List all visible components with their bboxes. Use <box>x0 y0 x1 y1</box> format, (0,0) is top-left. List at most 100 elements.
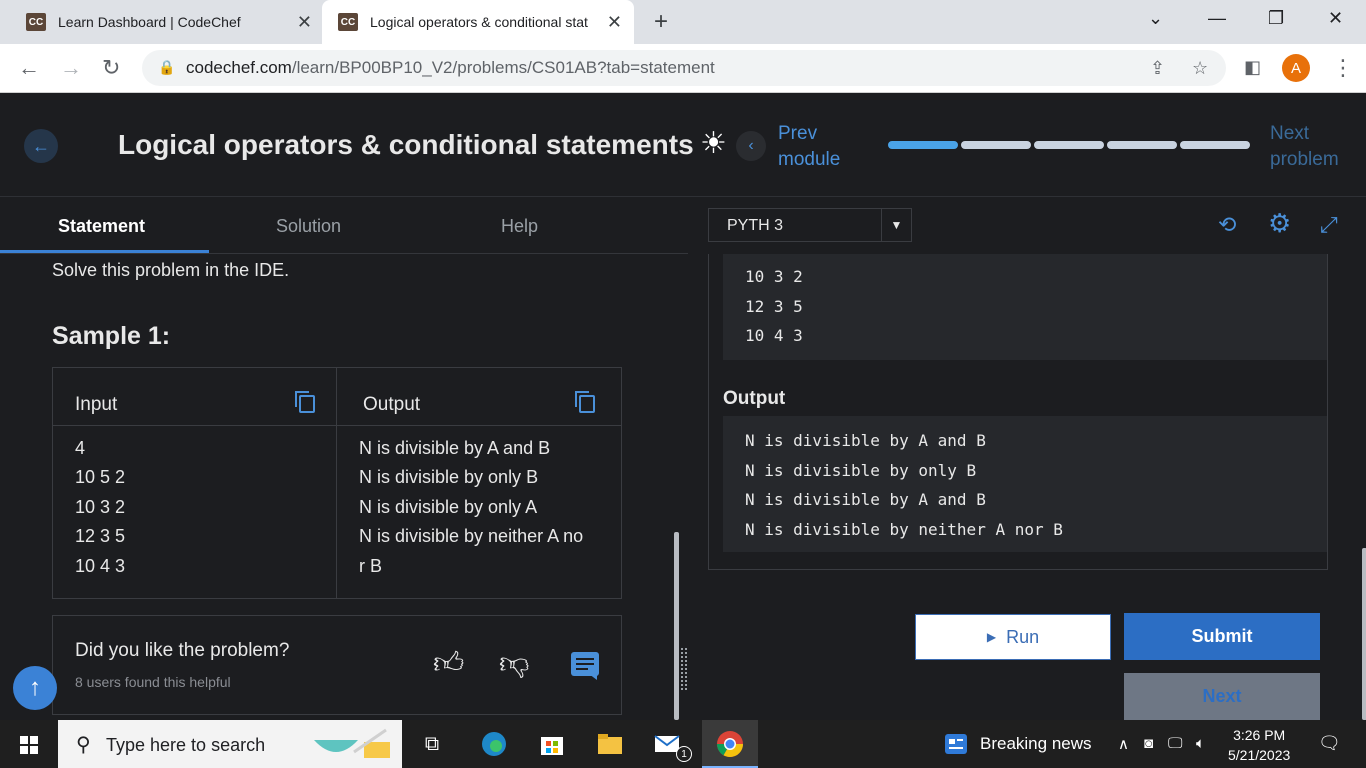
caret-down-icon: ▼ <box>881 209 911 241</box>
play-icon: ▶ <box>986 630 997 644</box>
right-scrollbar[interactable] <box>1362 548 1366 720</box>
bookmark-star-icon[interactable]: ☆ <box>1192 58 1208 79</box>
prev-module-button[interactable]: ‹ <box>736 131 766 161</box>
mail-badge: 1 <box>676 746 692 762</box>
network-icon[interactable]: 🖵 <box>1168 735 1182 752</box>
menu-kebab-icon[interactable]: ⋮ <box>1332 55 1354 81</box>
task-view-icon[interactable]: ⧉ <box>418 730 446 758</box>
system-clock[interactable]: 3:26 PM 5/21/2023 <box>1228 725 1290 765</box>
forward-arrow-icon[interactable]: → <box>60 55 82 81</box>
run-button[interactable]: ▶ Run <box>915 614 1111 660</box>
output-preview-label: Output <box>723 388 786 409</box>
search-highlight-art-icon <box>314 728 390 758</box>
problem-statement-panel: Statement Solution Help Solve this probl… <box>0 198 688 720</box>
search-placeholder: Type here to search <box>106 735 266 755</box>
problem-progress-bar <box>888 141 1250 149</box>
browser-tab-strip: CC Learn Dashboard | CodeChef ✕ CC Logic… <box>0 0 1366 44</box>
chrome-taskbar-active[interactable] <box>702 720 758 768</box>
webcam-icon[interactable]: ◙ <box>1144 735 1153 752</box>
prev-module-link[interactable]: Prev module <box>778 121 840 173</box>
browser-tab-logical-operators[interactable]: CC Logical operators & conditional stat … <box>322 0 634 44</box>
output-label: Output <box>363 394 421 415</box>
taskbar-search[interactable]: ⚲ Type here to search <box>58 720 402 768</box>
browser-tab-learn-dashboard[interactable]: CC Learn Dashboard | CodeChef ✕ <box>26 0 322 44</box>
restore-icon[interactable]: ❐ <box>1268 8 1284 29</box>
sample-io-table: Input 4 10 5 2 10 3 2 12 3 5 10 4 3 Outp… <box>52 367 622 599</box>
statement-tabs: Statement Solution Help <box>0 198 688 254</box>
notifications-icon[interactable]: 🗨︎ <box>1318 733 1341 754</box>
edge-browser-icon[interactable] <box>480 730 508 758</box>
windows-start-icon[interactable] <box>20 736 38 754</box>
input-label: Input <box>75 394 118 415</box>
sample-io-preview: 10 3 2 12 3 5 10 4 3 Output N is divisib… <box>708 254 1328 570</box>
next-button[interactable]: Next <box>1124 673 1320 720</box>
file-explorer-icon[interactable] <box>596 730 624 758</box>
next-problem-link[interactable]: Next problem <box>1270 121 1339 173</box>
comment-icon[interactable] <box>571 652 599 680</box>
url-text: codechef.com/learn/BP00BP10_V2/problems/… <box>186 58 715 77</box>
codechef-favicon-icon: CC <box>338 13 358 31</box>
volume-icon[interactable]: 🔈︎ <box>1196 735 1205 752</box>
close-tab-icon[interactable]: ✕ <box>607 12 622 33</box>
tab-title: Logical operators & conditional stat <box>370 14 588 30</box>
close-tab-icon[interactable]: ✕ <box>297 12 312 33</box>
copy-input-icon[interactable] <box>295 391 315 413</box>
active-tab-indicator <box>0 250 209 253</box>
thumbs-down-icon[interactable]: 👎︎ <box>499 646 529 682</box>
left-scrollbar[interactable] <box>674 532 679 720</box>
feedback-card: Did you like the problem? 8 users found … <box>52 615 622 715</box>
thumbs-up-icon[interactable]: 👍︎ <box>433 646 464 682</box>
fullscreen-expand-icon[interactable]: ⤢ <box>1320 212 1338 238</box>
sample-output-column: Output N is divisible by A and B N is di… <box>337 368 621 598</box>
lock-icon: 🔒 <box>158 59 176 75</box>
browser-toolbar: ← → ↻ 🔒 codechef.com/learn/BP00BP10_V2/p… <box>0 44 1366 93</box>
share-icon[interactable]: ⇪ <box>1150 58 1165 79</box>
back-arrow-icon[interactable]: ← <box>18 55 40 81</box>
sample-input-column: Input 4 10 5 2 10 3 2 12 3 5 10 4 3 <box>53 368 337 598</box>
minimize-icon[interactable]: — <box>1208 8 1226 29</box>
ide-instruction: Solve this problem in the IDE. <box>52 260 290 280</box>
reset-code-icon[interactable]: ⟲ <box>1218 212 1236 238</box>
sample-title: Sample 1: <box>52 322 171 350</box>
submit-button[interactable]: Submit <box>1124 613 1320 660</box>
reload-icon[interactable]: ↻ <box>102 55 120 81</box>
profile-avatar[interactable]: A <box>1282 54 1310 82</box>
tab-solution[interactable]: Solution <box>276 216 341 237</box>
search-icon: ⚲ <box>76 734 91 756</box>
language-select[interactable]: PYTH 3 ▼ <box>708 208 912 242</box>
progress-segment <box>888 141 958 149</box>
chrome-icon <box>716 731 744 758</box>
output-preview-block: N is divisible by A and B N is divisible… <box>723 416 1327 552</box>
close-window-icon[interactable]: ✕ <box>1328 8 1343 29</box>
theme-toggle-sun-icon[interactable]: ☀ <box>700 129 727 159</box>
tab-search-chevron-icon[interactable]: ⌄ <box>1148 8 1163 29</box>
breaking-news-label[interactable]: Breaking news <box>980 734 1092 754</box>
panel-resize-handle[interactable] <box>681 648 687 690</box>
progress-segment <box>1034 141 1104 149</box>
ide-panel: PYTH 3 ▼ ⟲ ⚙ ⤢ 10 3 2 12 3 5 10 4 3 Outp… <box>688 198 1366 720</box>
scroll-to-top-button[interactable]: ↑ <box>13 666 57 710</box>
selected-language: PYTH 3 <box>727 217 784 234</box>
tab-help[interactable]: Help <box>501 216 538 237</box>
side-panel-icon[interactable]: ◧ <box>1244 57 1261 78</box>
tray-chevron-up-icon[interactable]: ∧ <box>1118 735 1129 753</box>
feedback-question: Did you like the problem? <box>75 640 290 661</box>
news-widget-icon[interactable] <box>942 730 970 758</box>
input-preview-block: 10 3 2 12 3 5 10 4 3 <box>723 254 1327 360</box>
new-tab-icon[interactable]: + <box>654 8 668 36</box>
sample-input-lines: 4 10 5 2 10 3 2 12 3 5 10 4 3 <box>75 438 126 576</box>
address-bar[interactable]: 🔒 codechef.com/learn/BP00BP10_V2/problem… <box>142 50 1226 86</box>
tab-statement[interactable]: Statement <box>58 216 145 237</box>
tab-title: Learn Dashboard | CodeChef <box>58 14 241 30</box>
settings-gear-icon[interactable]: ⚙ <box>1268 208 1291 239</box>
chevron-left-icon: ‹ <box>748 137 754 154</box>
windows-taskbar: ⚲ Type here to search ⧉ 1 Breaking news … <box>0 720 1366 768</box>
sample-output-lines: N is divisible by A and B N is divisible… <box>359 438 584 576</box>
codechef-favicon-icon: CC <box>26 13 46 31</box>
copy-output-icon[interactable] <box>575 391 595 413</box>
arrow-left-icon: ← <box>32 135 50 156</box>
back-button[interactable]: ← <box>24 129 58 163</box>
microsoft-store-icon[interactable] <box>538 730 566 758</box>
progress-segment <box>1180 141 1250 149</box>
problem-header: ← Logical operators & conditional statem… <box>0 93 1366 197</box>
